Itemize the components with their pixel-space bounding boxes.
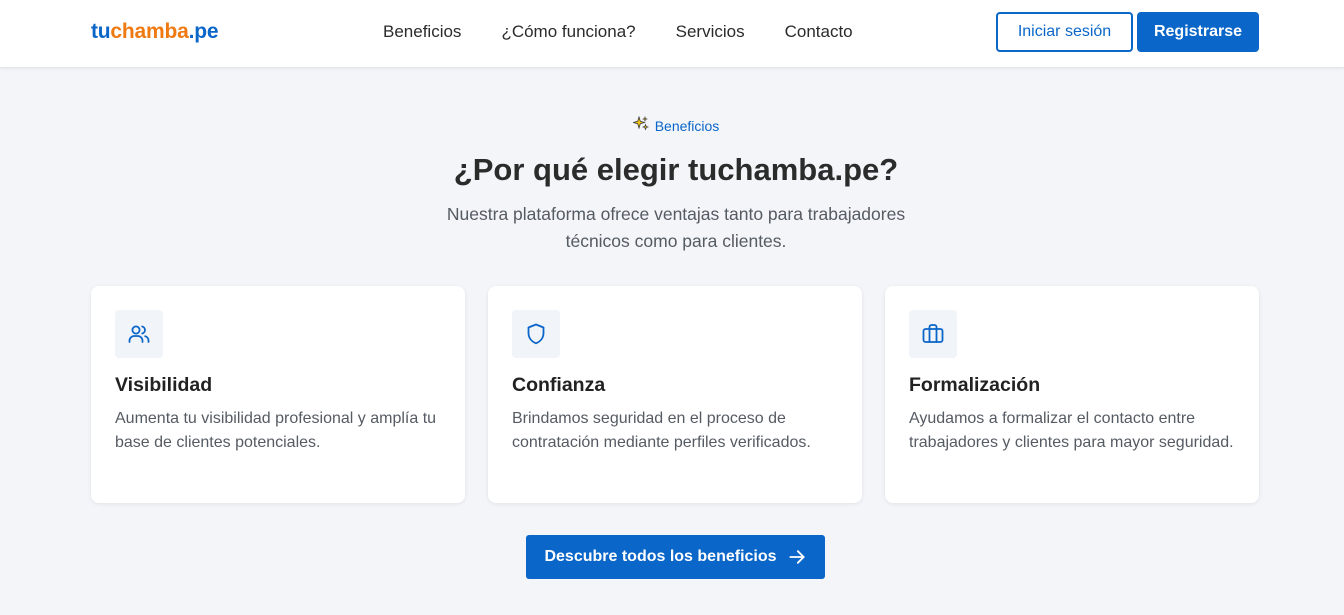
shield-icon <box>527 323 545 345</box>
benefit-description: Ayudamos a formalizar el contacto entre … <box>909 410 1234 451</box>
benefit-icon-box <box>115 310 163 358</box>
section-tag-label: Beneficios <box>654 117 720 134</box>
navbar: tu chamba .pe Beneficios ¿Cómo funciona? S… <box>0 0 1344 68</box>
benefit-title: Visibilidad <box>115 374 213 396</box>
sparkle-icon <box>631 115 649 135</box>
section-headline: ¿Por qué elegir tuchamba.pe? <box>453 152 899 187</box>
benefit-icon-box <box>512 310 560 358</box>
benefit-card-confianza: Confianza Brindamos seguridad en el proc… <box>488 286 862 503</box>
users-icon <box>128 325 150 343</box>
section-tag: Beneficios <box>0 115 1344 135</box>
benefit-title: Confianza <box>512 374 606 396</box>
register-button[interactable]: Registrarse <box>1137 12 1259 52</box>
nav-link-servicios[interactable]: Servicios <box>676 22 745 42</box>
main-nav: Beneficios ¿Cómo funciona? Servicios Con… <box>383 22 893 42</box>
brand-logo[interactable]: tu chamba .pe <box>91 20 219 44</box>
brand-logo-part-chamba: chamba <box>110 20 189 43</box>
benefit-icon-box <box>909 310 957 358</box>
benefit-card-formalizacion: Formalización Ayudamos a formalizar el c… <box>885 286 1259 503</box>
brand-logo-part-tu: tu <box>91 20 111 43</box>
benefit-title: Formalización <box>909 374 1041 396</box>
login-button[interactable]: Iniciar sesión <box>996 12 1133 52</box>
nav-link-contacto[interactable]: Contacto <box>785 22 853 42</box>
briefcase-icon <box>922 324 944 343</box>
benefit-card-visibilidad: Visibilidad Aumenta tu visibilidad profe… <box>91 286 465 503</box>
discover-benefits-label: Descubre todos los beneficios <box>544 548 777 565</box>
section-subtitle: Nuestra plataforma ofrece ventajas tanto… <box>446 204 906 251</box>
benefit-description: Brindamos seguridad en el proceso de con… <box>512 410 811 451</box>
arrow-right-icon <box>788 550 805 564</box>
benefit-description: Aumenta tu visibilidad profesional y amp… <box>115 410 437 451</box>
nav-link-beneficios[interactable]: Beneficios <box>383 22 461 42</box>
brand-logo-part-pe: .pe <box>188 20 219 43</box>
discover-benefits-button[interactable]: Descubre todos los beneficios <box>526 535 825 579</box>
nav-link-como-funciona[interactable]: ¿Cómo funciona? <box>501 22 635 42</box>
